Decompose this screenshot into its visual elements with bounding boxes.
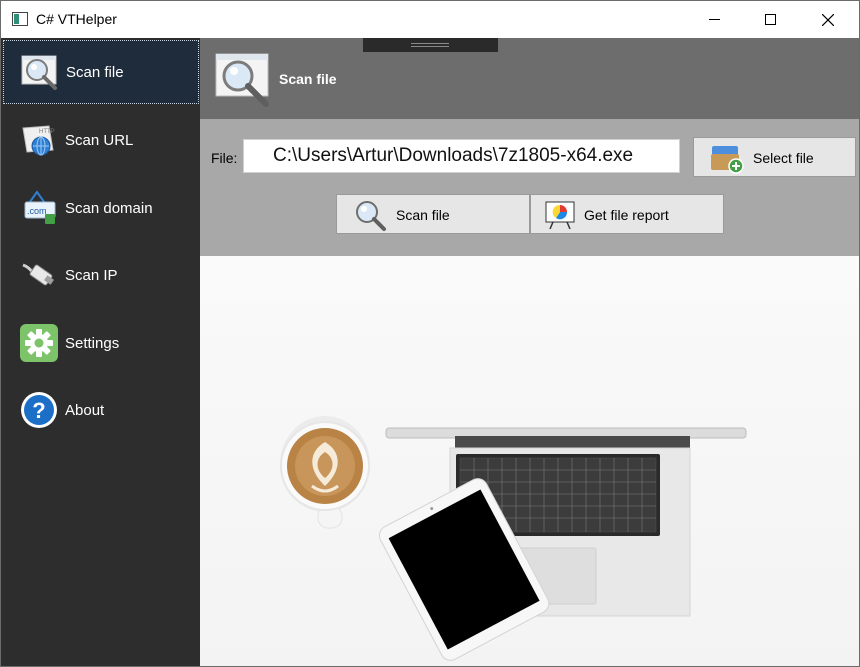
search-icon [353,199,387,231]
window-title: C# VTHelper [36,11,117,27]
svg-text:?: ? [32,398,45,423]
sidebar-item-label: Scan file [66,63,124,81]
app-icon [12,12,28,26]
sidebar-item-scan-file[interactable]: Scan file [3,40,199,104]
maximize-icon [764,14,776,25]
app-window: C# VTHelper Scan file HTTP Scan URL .com… [0,0,860,667]
globe-url-icon: HTTP [19,120,59,160]
sidebar: Scan file HTTP Scan URL .com Scan domain… [1,38,200,666]
domain-icon: .com [19,188,59,228]
sidebar-item-label: Settings [65,334,120,352]
sidebar-item-label: Scan domain [65,199,153,217]
help-icon: ? [19,390,59,430]
close-button[interactable] [805,1,851,38]
sidebar-item-label: Scan URL [65,131,134,149]
scan-file-label: Scan file [396,207,450,223]
sidebar-item-scan-url[interactable]: HTTP Scan URL [3,108,199,172]
sidebar-item-label: Scan IP [65,266,118,284]
magnifier-icon [214,50,272,108]
coffee-cup-image [280,416,370,529]
gear-icon [19,323,59,363]
network-plug-icon [19,255,59,295]
file-label: File: [211,150,238,166]
minimize-icon [708,19,720,20]
svg-text:HTTP: HTTP [39,129,55,135]
folder-add-icon [710,142,746,174]
desk-illustration [280,416,747,661]
scan-file-button[interactable]: Scan file [336,194,530,234]
drag-handle[interactable] [363,38,498,52]
select-file-label: Select file [753,150,814,166]
file-path-field[interactable]: C:\Users\Artur\Downloads\7z1805-x64.exe [243,139,680,173]
page-title: Scan file [279,71,337,87]
scan-panel: File: C:\Users\Artur\Downloads\7z1805-x6… [200,119,859,256]
magnifier-icon [20,52,60,92]
close-icon [822,13,834,26]
report-chart-icon [543,199,577,231]
sidebar-item-scan-ip[interactable]: Scan IP [3,243,199,307]
get-file-report-label: Get file report [584,207,669,223]
svg-text:.com: .com [27,206,47,216]
minimize-button[interactable] [691,1,737,38]
maximize-button[interactable] [747,1,793,38]
title-bar[interactable]: C# VTHelper [1,1,859,38]
sidebar-item-scan-domain[interactable]: .com Scan domain [3,176,199,240]
select-file-button[interactable]: Select file [693,137,856,177]
get-file-report-button[interactable]: Get file report [530,194,724,234]
sidebar-item-settings[interactable]: Settings [3,311,199,375]
sidebar-item-about[interactable]: ? About [3,378,199,442]
hero-photo [200,256,859,666]
sidebar-item-label: About [65,401,105,419]
page-header: Scan file [200,38,859,119]
